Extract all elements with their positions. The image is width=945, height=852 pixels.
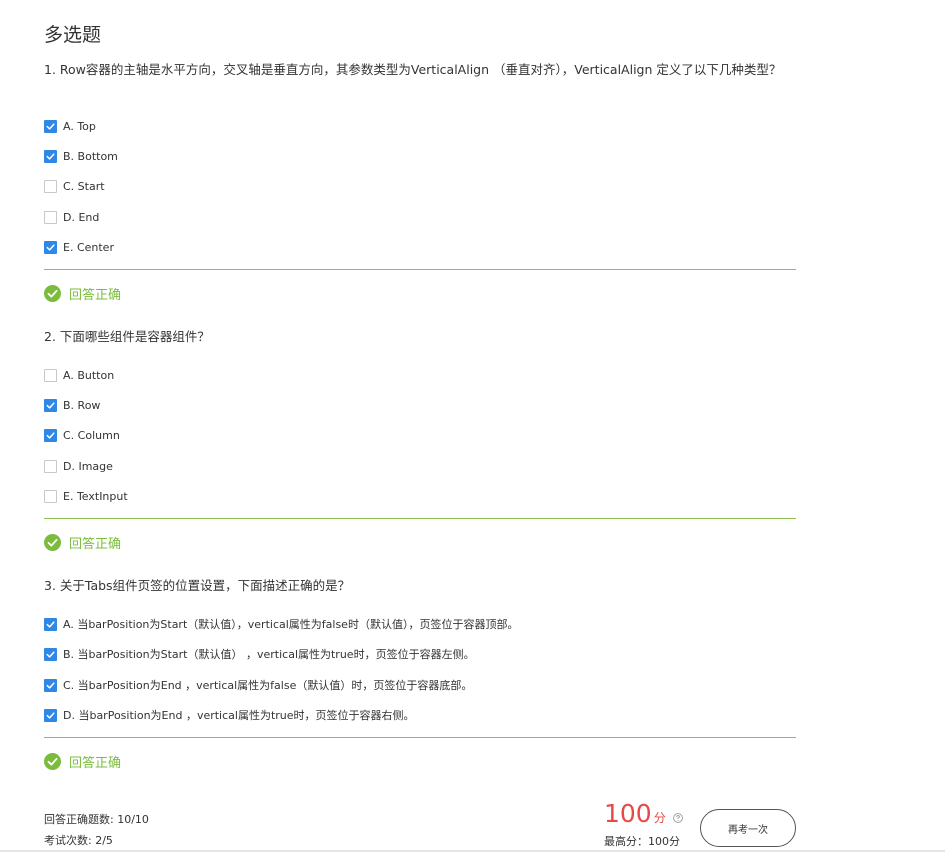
- checkbox[interactable]: [44, 708, 57, 722]
- question-3-title: 3. 关于Tabs组件页签的位置设置，下面描述正确的是？: [44, 576, 804, 596]
- retry-button[interactable]: 再考一次: [700, 809, 796, 847]
- checkmark-icon: [46, 243, 55, 251]
- option-label: E. TextInput: [63, 489, 128, 503]
- question-circle-icon[interactable]: [672, 812, 683, 823]
- checkbox[interactable]: [44, 489, 57, 503]
- question-3-text: 3. 关于Tabs组件页签的位置设置，下面描述正确的是？: [44, 578, 351, 593]
- q2-option-c[interactable]: C. Column: [44, 427, 120, 443]
- q2-option-e[interactable]: E. TextInput: [44, 488, 128, 504]
- checkbox[interactable]: [44, 678, 57, 692]
- checkmark-icon: [46, 152, 55, 160]
- q3-option-b[interactable]: B. 当barPosition为Start（默认值） ，vertical属性为t…: [44, 646, 475, 662]
- q3-result: 回答正确: [44, 752, 121, 771]
- q1-option-b[interactable]: B. Bottom: [44, 148, 118, 164]
- checkmark-icon: [46, 620, 55, 628]
- q3-option-d[interactable]: D. 当barPosition为End ，vertical属性为true时，页签…: [44, 707, 415, 723]
- score-unit: 分: [653, 811, 666, 825]
- checkbox[interactable]: [44, 210, 57, 224]
- checkmark-icon: [46, 122, 55, 130]
- result-text: 回答正确: [69, 756, 122, 771]
- option-label: E. Center: [63, 240, 114, 254]
- checkbox[interactable]: [44, 119, 57, 133]
- check-circle-icon: [44, 534, 61, 551]
- q1-option-c[interactable]: C. Start: [44, 178, 105, 194]
- result-text: 回答正确: [69, 288, 122, 303]
- exam-result-page: 多选题 1. Row容器的主轴是水平方向，交叉轴是垂直方向，其参数类型为Vert…: [0, 0, 945, 852]
- q2-option-d[interactable]: D. Image: [44, 458, 113, 474]
- q1-result: 回答正确: [44, 284, 121, 303]
- option-label: A. 当barPosition为Start（默认值），vertical属性为fa…: [63, 618, 519, 631]
- checkbox[interactable]: [44, 179, 57, 193]
- option-label: D. Image: [63, 459, 113, 473]
- q3-option-a[interactable]: A. 当barPosition为Start（默认值），vertical属性为fa…: [44, 616, 518, 632]
- q1-option-a[interactable]: A. Top: [44, 118, 96, 134]
- option-label: D. End: [63, 210, 100, 224]
- checkmark-icon: [46, 650, 55, 658]
- checkbox[interactable]: [44, 617, 57, 631]
- checkmark-icon: [46, 681, 55, 689]
- check-circle-icon: [44, 753, 61, 770]
- q2-option-b[interactable]: B. Row: [44, 397, 100, 413]
- checkmark-icon: [46, 401, 55, 409]
- q1-option-e[interactable]: E. Center: [44, 239, 114, 255]
- checkbox[interactable]: [44, 398, 57, 412]
- question-2-text: 2. 下面哪些组件是容器组件？: [44, 329, 210, 344]
- option-label: C. Start: [63, 179, 105, 193]
- checkbox[interactable]: [44, 459, 57, 473]
- q2-result: 回答正确: [44, 533, 121, 552]
- divider: [44, 269, 796, 270]
- checkmark-icon: [46, 431, 55, 439]
- option-label: B. Bottom: [63, 149, 118, 163]
- divider: [44, 737, 796, 738]
- check-circle-icon: [44, 285, 61, 302]
- option-label: A. Top: [63, 119, 96, 133]
- option-label: C. 当barPosition为End ，vertical属性为false（默认…: [63, 679, 473, 692]
- score-display: 100 分: [604, 800, 683, 828]
- checkmark-icon: [46, 711, 55, 719]
- best-score: 最高分：100分: [604, 835, 680, 848]
- option-label: B. Row: [63, 398, 101, 412]
- checkbox[interactable]: [44, 240, 57, 254]
- attempt-count: 考试次数: 2/5: [44, 834, 113, 847]
- checkbox[interactable]: [44, 428, 57, 442]
- option-label: A. Button: [63, 368, 115, 382]
- q3-option-c[interactable]: C. 当barPosition为End ，vertical属性为false（默认…: [44, 677, 472, 693]
- question-1-title: 1. Row容器的主轴是水平方向，交叉轴是垂直方向，其参数类型为Vertical…: [44, 60, 804, 80]
- question-2-title: 2. 下面哪些组件是容器组件？: [44, 327, 804, 347]
- divider: [44, 518, 796, 519]
- checkbox[interactable]: [44, 149, 57, 163]
- score-value: 100: [604, 799, 652, 828]
- q1-option-d[interactable]: D. End: [44, 209, 99, 225]
- option-label: D. 当barPosition为End ，vertical属性为true时，页签…: [63, 709, 415, 722]
- correct-count: 回答正确题数: 10/10: [44, 813, 149, 826]
- section-title: 多选题: [44, 24, 102, 46]
- result-text: 回答正确: [69, 537, 122, 552]
- question-1-text: 1. Row容器的主轴是水平方向，交叉轴是垂直方向，其参数类型为Vertical…: [44, 62, 782, 77]
- option-label: B. 当barPosition为Start（默认值） ，vertical属性为t…: [63, 648, 475, 661]
- option-label: C. Column: [63, 428, 120, 442]
- checkbox[interactable]: [44, 647, 57, 661]
- checkbox[interactable]: [44, 368, 57, 382]
- q2-option-a[interactable]: A. Button: [44, 367, 114, 383]
